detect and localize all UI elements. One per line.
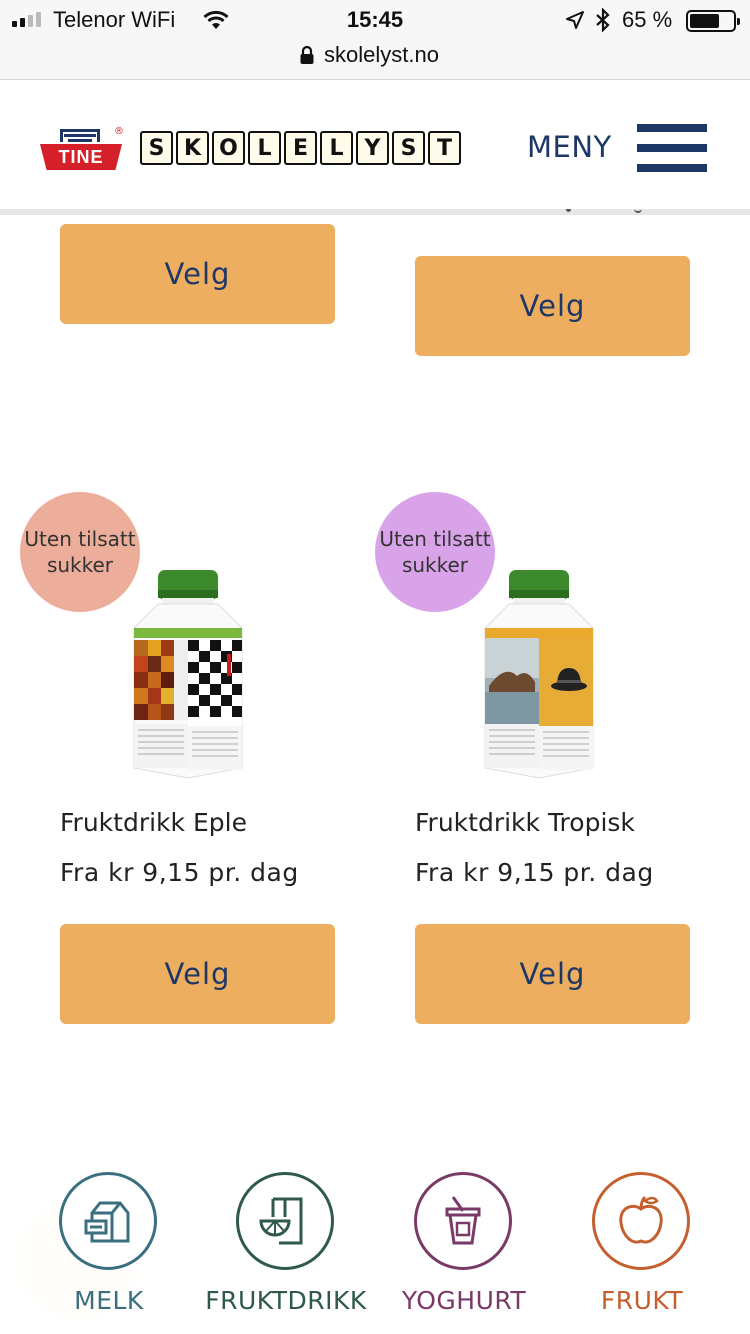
- lock-icon: [300, 45, 314, 64]
- url-text: skolelyst.no: [324, 42, 439, 67]
- nav-item-frukt[interactable]: FRUKT: [552, 1170, 732, 1320]
- product-price: Fra kr 9,15 pr. dag: [415, 858, 654, 887]
- browser-address-bar[interactable]: skolelyst.no: [0, 40, 750, 80]
- nav-label: YOGHURT: [401, 1286, 527, 1315]
- status-bar: Telenor WiFi 15:45 65 %: [0, 0, 750, 40]
- logo-letter: S: [392, 131, 425, 165]
- logo-letter: L: [248, 131, 281, 165]
- select-button[interactable]: Velg: [60, 224, 335, 324]
- hamburger-menu-icon[interactable]: [637, 124, 707, 172]
- menu-label[interactable]: MENY: [527, 130, 612, 164]
- product-price: Fra kr 9,15 pr. dag: [60, 858, 299, 887]
- apple-icon: [592, 1172, 690, 1270]
- category-nav: MELK FRUKTDRIKK YOGHURT FRUKT: [0, 1140, 750, 1334]
- nav-label: FRUKTDRIKK: [205, 1286, 367, 1315]
- select-button[interactable]: Velg: [415, 256, 690, 356]
- nav-item-fruktdrikk[interactable]: FRUKTDRIKK: [196, 1170, 376, 1320]
- site-header: ® TINE S K O L E L Y S T MENY: [0, 80, 750, 215]
- select-button[interactable]: Velg: [415, 924, 690, 1024]
- juice-glass-icon: [236, 1172, 334, 1270]
- logo-letter: K: [176, 131, 209, 165]
- nav-label: MELK: [74, 1286, 144, 1315]
- select-button[interactable]: Velg: [60, 924, 335, 1024]
- no-added-sugar-badge: Uten tilsatt sukker: [20, 492, 140, 612]
- bluetooth-icon: [596, 8, 610, 32]
- battery-percentage: 65 %: [622, 7, 673, 32]
- location-arrow-icon: [566, 11, 584, 29]
- logo-letter: O: [212, 131, 245, 165]
- no-added-sugar-badge: Uten tilsatt sukker: [375, 492, 495, 612]
- nav-item-melk[interactable]: MELK: [19, 1170, 199, 1320]
- product-name[interactable]: Fruktdrikk Tropisk: [415, 808, 635, 837]
- milk-carton-icon: [59, 1172, 157, 1270]
- nav-item-yoghurt[interactable]: YOGHURT: [374, 1170, 554, 1320]
- tine-logo[interactable]: ® TINE: [40, 126, 126, 174]
- skolelyst-logo[interactable]: S K O L E L Y S T: [140, 131, 461, 165]
- nav-label: FRUKT: [600, 1286, 684, 1315]
- logo-letter: E: [284, 131, 317, 165]
- logo-letter: S: [140, 131, 173, 165]
- logo-letter: Y: [356, 131, 389, 165]
- yoghurt-cup-icon: [414, 1172, 512, 1270]
- registered-mark: ®: [114, 126, 124, 137]
- product-name[interactable]: Fruktdrikk Eple: [60, 808, 247, 837]
- tine-house-mark-icon: [60, 129, 100, 142]
- logo-letter: T: [428, 131, 461, 165]
- clipped-product-text: [560, 209, 660, 215]
- tine-wordmark: TINE: [40, 144, 122, 170]
- battery-icon: [686, 10, 740, 32]
- logo-letter: L: [320, 131, 353, 165]
